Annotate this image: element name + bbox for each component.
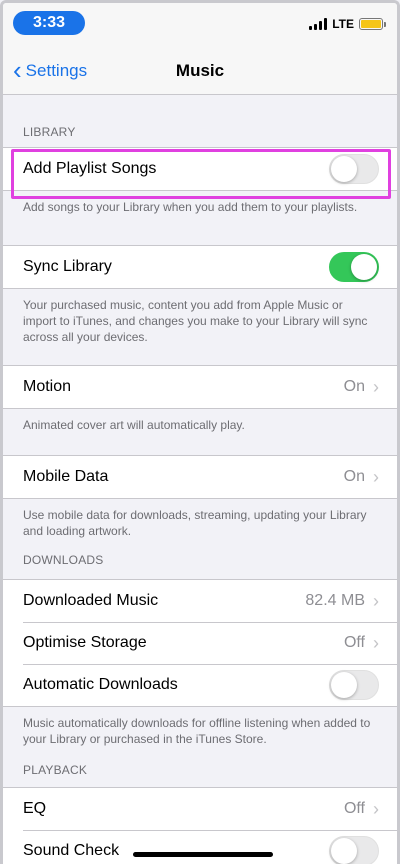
sync-library-footer: Your purchased music, content you add fr… — [23, 298, 368, 344]
row-label: Sync Library — [23, 258, 112, 275]
signal-icon — [309, 18, 328, 30]
downloads-footer: Music automatically downloads for offlin… — [23, 716, 371, 746]
chevron-right-icon: › — [373, 466, 379, 487]
row-sound-check[interactable]: Sound Check — [3, 830, 397, 864]
section-header-playback: PLAYBACK — [23, 763, 88, 777]
chevron-right-icon: › — [373, 590, 379, 611]
motion-footer: Animated cover art will automatically pl… — [23, 418, 245, 432]
screen: 3:33 LTE ‹ Settings Music LIBRARY Add Pl… — [0, 0, 400, 864]
row-automatic-downloads[interactable]: Automatic Downloads — [3, 664, 397, 706]
eq-value: Off — [343, 800, 365, 817]
row-label: Automatic Downloads — [23, 676, 178, 693]
sync-library-toggle[interactable] — [329, 252, 379, 282]
row-motion[interactable]: Motion On › — [3, 366, 397, 408]
row-label: Add Playlist Songs — [23, 160, 157, 177]
row-downloaded-music[interactable]: Downloaded Music 82.4 MB › — [3, 580, 397, 622]
row-optimise-storage[interactable]: Optimise Storage Off › — [3, 622, 397, 664]
row-eq[interactable]: EQ Off › — [3, 788, 397, 830]
network-label: LTE — [332, 17, 354, 31]
chevron-right-icon: › — [373, 376, 379, 397]
status-indicators: LTE — [309, 17, 386, 31]
add-playlist-footer: Add songs to your Library when you add t… — [23, 200, 358, 214]
sound-check-toggle[interactable] — [329, 836, 379, 864]
row-sync-library[interactable]: Sync Library — [3, 246, 397, 288]
settings-list: LIBRARY Add Playlist Songs Add songs to … — [3, 95, 397, 864]
page-title: Music — [175, 61, 225, 80]
row-label: Optimise Storage — [23, 634, 147, 651]
row-label: Motion — [23, 378, 72, 395]
motion-value: On — [343, 378, 365, 395]
group-mobile-data: Mobile Data On › — [3, 455, 397, 499]
row-label: Sound Check — [23, 842, 120, 859]
add-playlist-songs-toggle[interactable] — [329, 154, 379, 184]
mobile-data-footer: Use mobile data for downloads, streaming… — [23, 508, 367, 538]
row-label: Downloaded Music — [23, 592, 159, 609]
optimise-storage-value: Off — [343, 634, 365, 651]
mobile-data-value: On — [343, 468, 365, 485]
group-motion: Motion On › — [3, 365, 397, 409]
group-downloads: Downloaded Music 82.4 MB › Optimise Stor… — [3, 579, 397, 707]
group-sync-library: Sync Library — [3, 245, 397, 289]
navigation-bar: ‹ Settings Music — [3, 47, 397, 95]
chevron-right-icon: › — [373, 798, 379, 819]
row-mobile-data[interactable]: Mobile Data On › — [3, 456, 397, 498]
downloaded-music-value: 82.4 MB — [305, 592, 365, 609]
row-label: EQ — [23, 800, 47, 817]
row-label: Mobile Data — [23, 468, 109, 485]
group-add-playlist: Add Playlist Songs — [3, 147, 397, 191]
status-bar: 3:33 LTE — [3, 3, 397, 47]
section-header-library: LIBRARY — [23, 125, 76, 139]
battery-icon — [359, 18, 386, 30]
section-header-downloads: DOWNLOADS — [23, 553, 104, 567]
status-time: 3:33 — [13, 11, 85, 35]
row-add-playlist-songs[interactable]: Add Playlist Songs — [3, 148, 397, 190]
home-indicator — [133, 852, 273, 857]
automatic-downloads-toggle[interactable] — [329, 670, 379, 700]
chevron-right-icon: › — [373, 632, 379, 653]
